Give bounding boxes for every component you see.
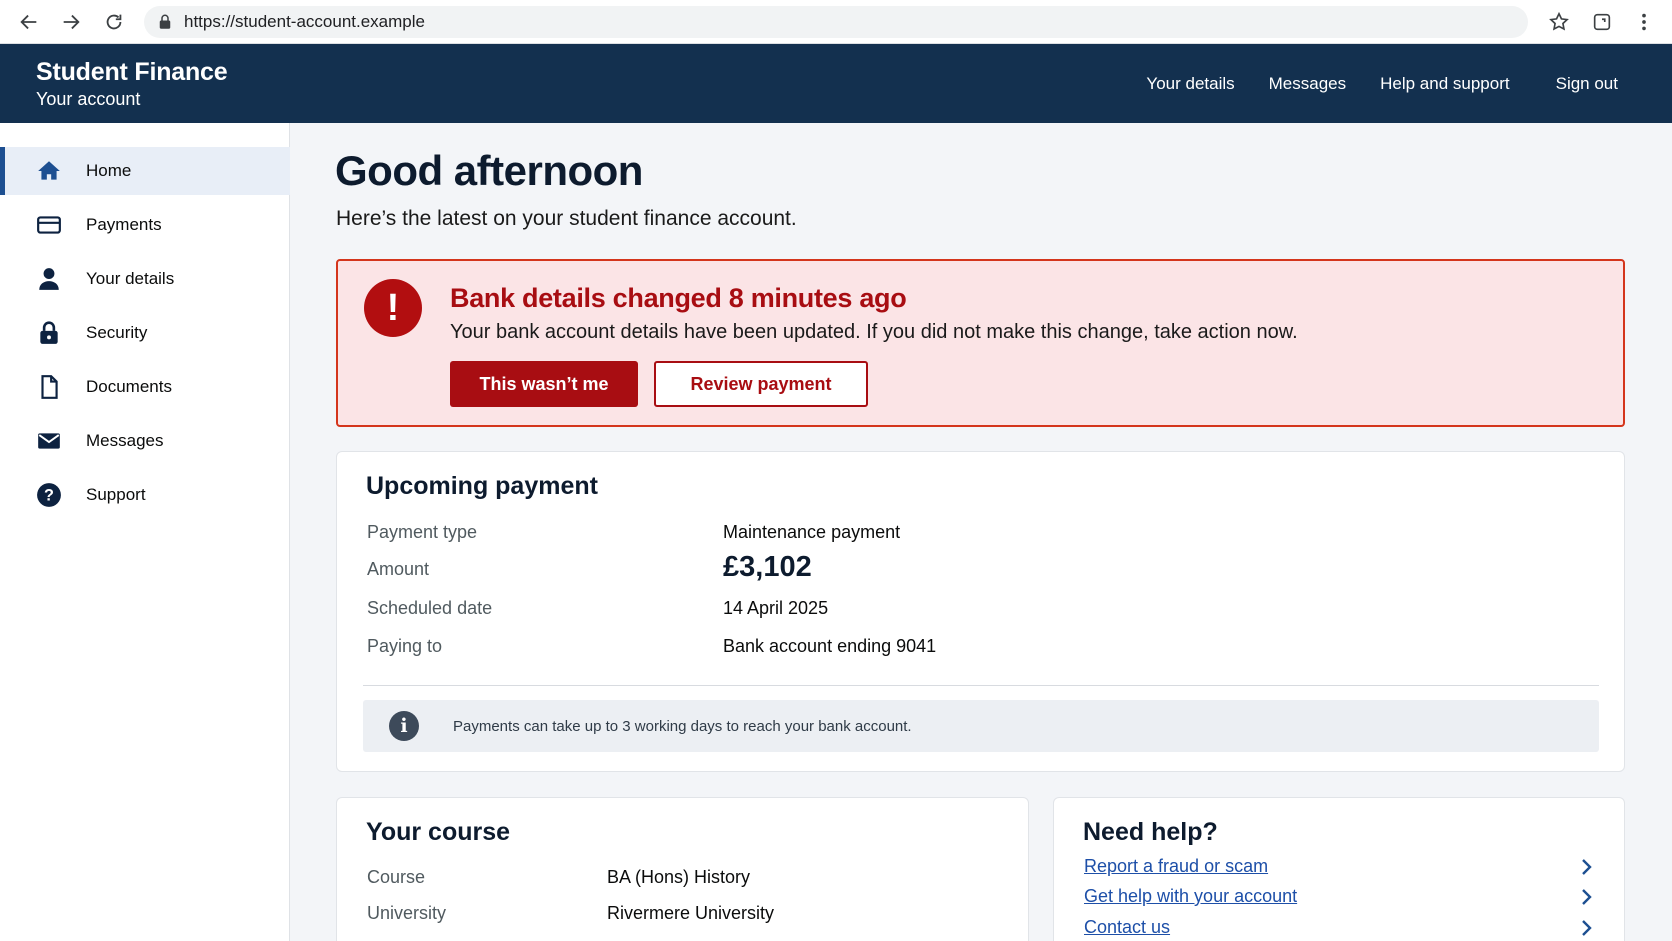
contact-us-link[interactable]: Contact us [1084, 917, 1170, 938]
card-icon [36, 212, 62, 238]
sidebar-item-security[interactable]: Security [0, 309, 290, 357]
sidebar-item-messages[interactable]: Messages [0, 417, 290, 465]
browser-toolbar: https://student-account.example [0, 0, 1672, 44]
divider [363, 685, 1599, 686]
payment-type-value: Maintenance payment [723, 522, 901, 542]
nav-your-details[interactable]: Your details [1146, 74, 1234, 94]
card-title: Your course [366, 818, 511, 846]
scheduled-date-value: 14 April 2025 [723, 598, 829, 618]
bookmark-star-icon[interactable] [1545, 8, 1573, 36]
alert-text: Your bank account details have been upda… [450, 321, 1298, 343]
info-notice: i Payments can take up to 3 working days… [363, 700, 1599, 752]
university-value: Rivermere University [607, 903, 775, 923]
url-text: https://student-account.example [184, 12, 425, 31]
sign-out-link[interactable]: Sign out [1556, 74, 1618, 94]
sidebar-item-documents[interactable]: Documents [0, 363, 290, 411]
sidebar-item-label: Security [86, 323, 148, 342]
sidebar-item-label: Messages [86, 431, 164, 450]
nav-messages[interactable]: Messages [1269, 74, 1346, 94]
forward-icon[interactable] [57, 8, 85, 36]
payment-type-label: Payment type [367, 522, 478, 542]
address-bar[interactable]: https://student-account.example [144, 6, 1528, 38]
paying-to-label: Paying to [367, 636, 443, 656]
person-icon [36, 266, 62, 292]
upcoming-payment-card: Upcoming payment Payment type Maintenanc… [336, 451, 1625, 772]
sidebar-item-home[interactable]: Home [0, 147, 290, 195]
sidebar-item-your-details[interactable]: Your details [0, 255, 290, 303]
this-wasnt-me-button[interactable]: This wasn’t me [450, 361, 638, 407]
chevron-right-icon[interactable] [1580, 887, 1594, 907]
chevron-right-icon[interactable] [1580, 918, 1594, 938]
review-payment-button[interactable]: Review payment [654, 361, 868, 407]
scheduled-date-label: Scheduled date [367, 598, 493, 618]
extensions-icon[interactable] [1588, 8, 1616, 36]
back-icon[interactable] [15, 8, 43, 36]
sidebar-item-label: Support [86, 485, 146, 504]
page-title: Good afternoon [335, 147, 643, 194]
get-help-link[interactable]: Get help with your account [1084, 886, 1297, 907]
security-alert: ! Bank details changed 8 minutes ago You… [336, 259, 1625, 427]
sidebar: Home Payments Your details Security Docu… [0, 123, 290, 941]
lock-icon [36, 320, 62, 346]
your-course-card: Your course Course BA (Hons) History Uni… [336, 797, 1029, 941]
alert-title: Bank details changed 8 minutes ago [450, 283, 907, 313]
site-header: Student Finance Your account Your detail… [0, 44, 1672, 123]
brand[interactable]: Student Finance Your account [36, 58, 228, 110]
sidebar-item-label: Your details [86, 269, 175, 288]
info-icon: i [389, 711, 419, 741]
sidebar-item-support[interactable]: ? Support [0, 471, 290, 519]
more-menu-icon[interactable] [1630, 8, 1658, 36]
report-fraud-link[interactable]: Report a fraud or scam [1084, 856, 1268, 877]
sidebar-item-payments[interactable]: Payments [0, 201, 290, 249]
paying-to-value: Bank account ending 9041 [723, 636, 937, 656]
card-title: Need help? [1083, 818, 1218, 846]
course-label: Course [367, 867, 426, 887]
sidebar-item-label: Home [86, 161, 132, 180]
page-intro: Here’s the latest on your student financ… [336, 207, 797, 230]
reload-icon[interactable] [100, 8, 128, 36]
svg-text:?: ? [44, 486, 54, 504]
university-label: University [367, 903, 447, 923]
info-text: Payments can take up to 3 working days t… [453, 717, 912, 735]
sidebar-item-label: Documents [86, 377, 172, 396]
home-icon [36, 158, 62, 184]
amount-value: £3,102 [723, 551, 812, 583]
brand-subtitle: Your account [36, 89, 141, 109]
brand-title: Student Finance [36, 58, 228, 86]
top-navigation: Your details Messages Help and support S… [1112, 74, 1618, 94]
envelope-icon [36, 428, 62, 454]
chevron-right-icon[interactable] [1580, 857, 1594, 877]
sidebar-item-label: Payments [86, 215, 162, 234]
lock-icon [156, 13, 174, 31]
document-icon [36, 374, 62, 400]
need-help-card: Need help? Report a fraud or scam Get he… [1053, 797, 1625, 941]
nav-help-and-support[interactable]: Help and support [1380, 74, 1509, 94]
course-value: BA (Hons) History [607, 867, 751, 887]
question-icon: ? [36, 482, 62, 508]
card-title: Upcoming payment [366, 472, 598, 500]
amount-label: Amount [367, 559, 430, 579]
alert-exclamation-icon: ! [364, 279, 422, 337]
